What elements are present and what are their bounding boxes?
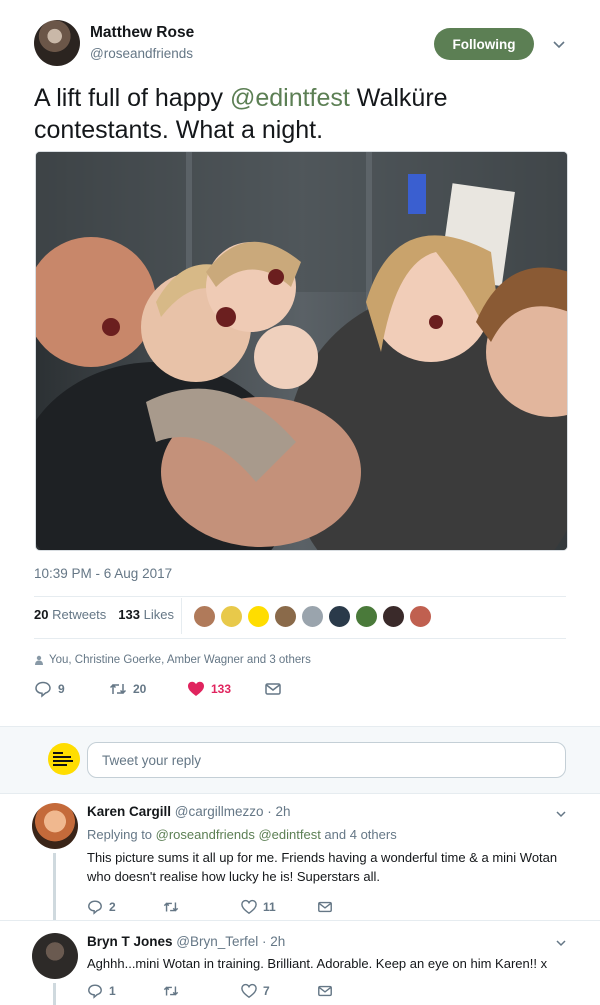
retweet-icon bbox=[163, 986, 179, 996]
reply-count: 2 bbox=[109, 900, 116, 914]
like-action[interactable]: 11 bbox=[241, 899, 276, 915]
liker-avatar[interactable] bbox=[328, 605, 351, 628]
reply-avatar[interactable] bbox=[32, 803, 78, 849]
stats-separator bbox=[181, 598, 182, 634]
tweet-detail: Matthew Rose @roseandfriends Following A… bbox=[0, 0, 600, 726]
logo-line bbox=[53, 760, 73, 762]
dm-action[interactable] bbox=[317, 899, 333, 915]
like-count: 133 bbox=[211, 682, 232, 696]
reply-author-handle: @Bryn_Terfel bbox=[176, 934, 259, 949]
reply-action[interactable]: 2 bbox=[87, 899, 116, 915]
liker-avatar[interactable] bbox=[409, 605, 432, 628]
tweet-text-part: A lift full of happy bbox=[34, 84, 230, 112]
reply-input[interactable] bbox=[87, 742, 566, 778]
retweet-count: 20 bbox=[133, 682, 147, 696]
following-button[interactable]: Following bbox=[434, 28, 534, 60]
envelope-icon bbox=[265, 683, 281, 695]
reply-author[interactable]: Bryn T Jones @Bryn_Terfel · 2h bbox=[87, 934, 285, 949]
reply-author-name: Bryn T Jones bbox=[87, 934, 173, 949]
heart-icon bbox=[188, 681, 204, 696]
author-name[interactable]: Matthew Rose bbox=[90, 24, 194, 42]
reply-time: · 2h bbox=[267, 804, 291, 819]
reply-text: Aghhh...mini Wotan in training. Brillian… bbox=[87, 956, 548, 971]
thread-line bbox=[53, 983, 56, 1005]
retweet-action[interactable] bbox=[163, 899, 185, 915]
logo-line bbox=[53, 756, 71, 758]
author-handle[interactable]: @roseandfriends bbox=[90, 46, 193, 61]
reply-author[interactable]: Karen Cargill @cargillmezzo · 2h bbox=[87, 804, 291, 819]
person-icon bbox=[35, 655, 43, 665]
reply-count: 9 bbox=[58, 682, 65, 696]
reply-icon bbox=[88, 984, 102, 999]
photo-content bbox=[36, 152, 567, 550]
reply-actions: 2 11 bbox=[87, 899, 387, 917]
reply-composer bbox=[0, 726, 600, 794]
tweet-actions: 9 20 133 bbox=[34, 680, 334, 702]
replying-to: Replying to @roseandfriends @edintfest a… bbox=[87, 827, 397, 842]
divider bbox=[34, 638, 566, 639]
reply-icon bbox=[88, 900, 102, 915]
reply-action[interactable]: 9 bbox=[34, 680, 65, 698]
liker-avatar[interactable] bbox=[355, 605, 378, 628]
retweet-action[interactable]: 20 bbox=[109, 680, 146, 698]
replying-suffix[interactable]: and 4 others bbox=[321, 827, 396, 842]
retweets-count: 20 bbox=[34, 607, 49, 622]
author-avatar[interactable] bbox=[34, 20, 80, 66]
retweets-stat[interactable]: 20 Retweets bbox=[34, 607, 106, 622]
tweet-timestamp[interactable]: 10:39 PM - 6 Aug 2017 bbox=[34, 566, 172, 581]
like-count: 7 bbox=[263, 984, 270, 998]
heart-icon bbox=[241, 899, 257, 915]
liker-avatar[interactable] bbox=[220, 605, 243, 628]
heart-icon bbox=[241, 983, 257, 999]
reply-tweet[interactable]: Karen Cargill @cargillmezzo · 2h Replyin… bbox=[0, 795, 600, 923]
retweet-icon bbox=[163, 902, 179, 912]
tweet-photo[interactable] bbox=[35, 151, 568, 551]
reply-text: This picture sums it all up for me. Frie… bbox=[87, 850, 558, 884]
liker-avatar[interactable] bbox=[274, 605, 297, 628]
chevron-down-icon[interactable] bbox=[555, 808, 567, 820]
reply-author-name: Karen Cargill bbox=[87, 804, 172, 819]
envelope-icon bbox=[318, 985, 332, 997]
dm-action[interactable] bbox=[264, 680, 282, 698]
reply-count: 1 bbox=[109, 984, 116, 998]
liker-avatar[interactable] bbox=[247, 605, 270, 628]
reply-tweet[interactable]: Bryn T Jones @Bryn_Terfel · 2h Aghhh...m… bbox=[0, 921, 600, 1005]
likers-avatars bbox=[193, 605, 432, 628]
reply-author-handle: @cargillmezzo bbox=[174, 804, 264, 819]
like-action[interactable]: 7 bbox=[241, 983, 270, 999]
social-context: You, Christine Goerke, Amber Wagner and … bbox=[34, 654, 311, 666]
social-context-text: You, Christine Goerke, Amber Wagner and … bbox=[49, 654, 311, 666]
likes-label: Likes bbox=[143, 607, 174, 622]
envelope-icon bbox=[318, 901, 332, 913]
retweet-icon bbox=[109, 683, 127, 695]
chevron-down-icon[interactable] bbox=[555, 937, 567, 949]
liker-avatar[interactable] bbox=[301, 605, 324, 628]
dm-action[interactable] bbox=[317, 983, 333, 999]
reply-action[interactable]: 1 bbox=[87, 983, 116, 999]
logo-line bbox=[53, 764, 67, 766]
reply-icon bbox=[35, 681, 51, 698]
divider bbox=[34, 596, 566, 597]
liker-avatar[interactable] bbox=[382, 605, 405, 628]
thread-line bbox=[53, 853, 56, 923]
reply-time: · 2h bbox=[262, 934, 286, 949]
like-count: 11 bbox=[263, 900, 276, 914]
likes-stat[interactable]: 133 Likes bbox=[118, 607, 174, 622]
tweet-stats: 20 Retweets 133 Likes bbox=[34, 607, 174, 622]
retweets-label: Retweets bbox=[52, 607, 107, 622]
logo-line bbox=[53, 752, 63, 754]
likes-count: 133 bbox=[118, 607, 140, 622]
chevron-down-icon[interactable] bbox=[552, 37, 566, 51]
replying-prefix: Replying to bbox=[87, 827, 156, 842]
like-action[interactable]: 133 bbox=[187, 680, 231, 698]
mention-link[interactable]: @edintfest bbox=[230, 84, 350, 112]
liker-avatar[interactable] bbox=[193, 605, 216, 628]
current-user-avatar bbox=[48, 743, 80, 775]
replying-mentions[interactable]: @roseandfriends @edintfest bbox=[156, 827, 321, 842]
reply-avatar[interactable] bbox=[32, 933, 78, 979]
tweet-text: A lift full of happy @edintfest Walküre … bbox=[34, 82, 574, 146]
reply-actions: 1 7 bbox=[87, 983, 387, 1001]
retweet-action[interactable] bbox=[163, 983, 185, 999]
